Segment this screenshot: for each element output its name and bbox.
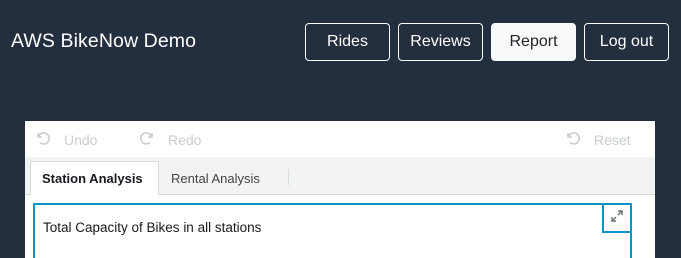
redo-icon <box>139 130 155 149</box>
reviews-button[interactable]: Reviews <box>398 23 483 61</box>
expand-button[interactable] <box>602 203 632 233</box>
tab-divider <box>288 169 289 185</box>
dashboard-toolbar: Undo Redo Reset <box>25 121 655 157</box>
expand-icon <box>610 209 624 228</box>
redo-label: Redo <box>168 131 202 148</box>
tab-station-analysis[interactable]: Station Analysis <box>30 161 159 195</box>
app-title: AWS BikeNow Demo <box>11 30 197 52</box>
reset-label: Reset <box>594 131 631 148</box>
report-button[interactable]: Report <box>491 23 576 61</box>
visual-card[interactable]: Total Capacity of Bikes in all stations <box>33 203 632 258</box>
rides-button[interactable]: Rides <box>305 23 390 61</box>
logout-button[interactable]: Log out <box>584 23 669 61</box>
redo-button[interactable]: Redo <box>139 130 201 149</box>
undo-button[interactable]: Undo <box>35 130 97 149</box>
reset-button[interactable]: Reset <box>565 130 631 149</box>
visual-title: Total Capacity of Bikes in all stations <box>43 220 262 235</box>
undo-label: Undo <box>64 131 98 148</box>
dashboard-panel: Undo Redo Reset Station Analysis Rental … <box>25 121 655 258</box>
undo-icon <box>35 130 51 149</box>
reset-icon <box>565 130 581 149</box>
tab-rental-analysis[interactable]: Rental Analysis <box>159 161 289 195</box>
sheet-tabs: Station Analysis Rental Analysis <box>25 157 655 195</box>
